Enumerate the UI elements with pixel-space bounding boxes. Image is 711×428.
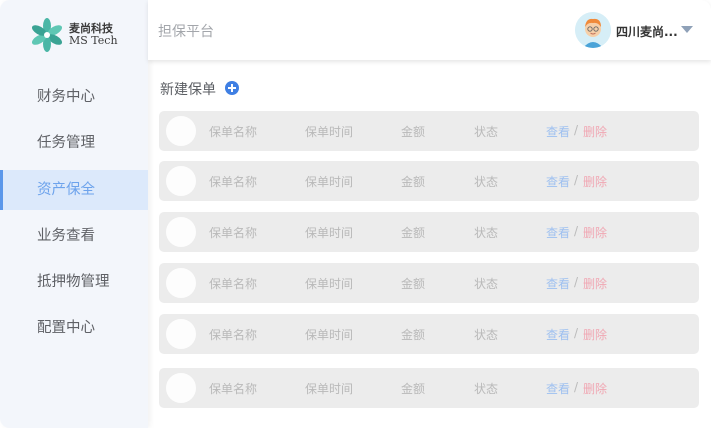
policy-status-cell: 状态 — [474, 125, 499, 139]
policy-row: 保单名称 保单时间 金额 状态 查看 / 删除 — [159, 263, 699, 303]
view-link[interactable]: 查看 — [546, 275, 570, 292]
policy-status-cell: 状态 — [474, 277, 499, 291]
policy-status-cell: 状态 — [474, 175, 499, 189]
platform-title: 担保平台 — [158, 24, 214, 40]
sidebar-item-business-view[interactable]: 业务查看 — [0, 216, 148, 256]
link-separator: / — [574, 326, 579, 340]
policy-name-cell: 保单名称 — [209, 125, 258, 139]
policy-name-cell: 保单名称 — [209, 226, 258, 240]
policy-status-cell: 状态 — [474, 226, 499, 240]
policy-time-cell: 保单时间 — [305, 277, 354, 291]
policy-thumbnail — [166, 268, 196, 298]
sidebar-item-asset-preservation[interactable]: 资产保全 — [0, 170, 148, 210]
policy-row: 保单名称 保单时间 金额 状态 查看 / 删除 — [159, 111, 699, 151]
delete-link[interactable]: 删除 — [583, 173, 607, 190]
link-separator: / — [574, 173, 579, 187]
policy-time-cell: 保单时间 — [305, 226, 354, 240]
user-avatar-icon[interactable] — [575, 12, 611, 48]
policy-name-cell: 保单名称 — [209, 277, 258, 291]
logo-english-text: MS Tech — [69, 34, 118, 47]
policy-time-cell: 保单时间 — [305, 382, 354, 396]
policy-time-cell: 保单时间 — [305, 328, 354, 342]
link-separator: / — [574, 123, 579, 137]
policy-thumbnail — [166, 217, 196, 247]
logo: 麦尚科技 MS Tech — [29, 17, 119, 53]
top-header: 担保平台 四川麦尚... — [148, 0, 711, 60]
policy-row: 保单名称 保单时间 金额 状态 查看 / 删除 — [159, 368, 699, 408]
delete-link[interactable]: 删除 — [583, 380, 607, 397]
policy-name-cell: 保单名称 — [209, 382, 258, 396]
policy-amount-cell: 金额 — [401, 382, 426, 396]
logo-flower-icon — [31, 18, 63, 52]
policy-amount-cell: 金额 — [401, 125, 426, 139]
link-separator: / — [574, 275, 579, 289]
delete-link[interactable]: 删除 — [583, 326, 607, 343]
policy-amount-cell: 金额 — [401, 328, 426, 342]
policy-row: 保单名称 保单时间 金额 状态 查看 / 删除 — [159, 161, 699, 201]
delete-link[interactable]: 删除 — [583, 123, 607, 140]
sidebar-item-tasks[interactable]: 任务管理 — [0, 123, 148, 163]
policy-thumbnail — [166, 166, 196, 196]
policy-amount-cell: 金额 — [401, 175, 426, 189]
policy-amount-cell: 金额 — [401, 226, 426, 240]
delete-link[interactable]: 删除 — [583, 275, 607, 292]
section-title: 新建保单 — [160, 82, 216, 98]
sidebar-item-config[interactable]: 配置中心 — [0, 308, 148, 348]
sidebar-item-finance[interactable]: 财务中心 — [0, 77, 148, 117]
policy-thumbnail — [166, 319, 196, 349]
policy-row: 保单名称 保单时间 金额 状态 查看 / 删除 — [159, 212, 699, 252]
link-separator: / — [574, 380, 579, 394]
policy-status-cell: 状态 — [474, 382, 499, 396]
view-link[interactable]: 查看 — [546, 123, 570, 140]
policy-amount-cell: 金额 — [401, 277, 426, 291]
sidebar: 麦尚科技 MS Tech 财务中心 任务管理 资产保全 业务查看 抵押物管理 配… — [0, 0, 148, 428]
user-name[interactable]: 四川麦尚... — [616, 23, 678, 40]
plus-circle-icon[interactable] — [225, 81, 239, 95]
policy-status-cell: 状态 — [474, 328, 499, 342]
sidebar-item-collateral[interactable]: 抵押物管理 — [0, 262, 148, 302]
policy-time-cell: 保单时间 — [305, 175, 354, 189]
policy-thumbnail — [166, 116, 196, 146]
view-link[interactable]: 查看 — [546, 326, 570, 343]
caret-down-icon[interactable] — [681, 26, 693, 33]
link-separator: / — [574, 224, 579, 238]
view-link[interactable]: 查看 — [546, 380, 570, 397]
policy-row: 保单名称 保单时间 金额 状态 查看 / 删除 — [159, 314, 699, 354]
policy-name-cell: 保单名称 — [209, 328, 258, 342]
view-link[interactable]: 查看 — [546, 173, 570, 190]
view-link[interactable]: 查看 — [546, 224, 570, 241]
policy-time-cell: 保单时间 — [305, 125, 354, 139]
policy-name-cell: 保单名称 — [209, 175, 258, 189]
policy-thumbnail — [166, 373, 196, 403]
delete-link[interactable]: 删除 — [583, 224, 607, 241]
